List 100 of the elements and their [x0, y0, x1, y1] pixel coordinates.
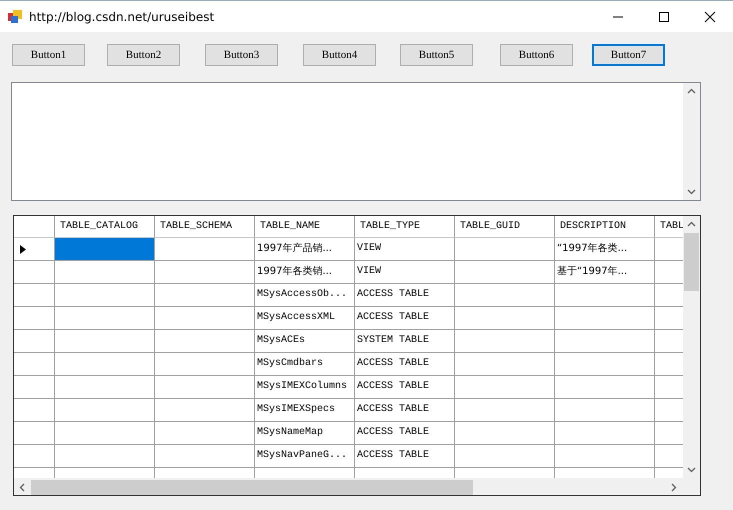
table-cell[interactable]: ACCESS TABLE	[355, 376, 455, 399]
table-cell[interactable]	[55, 376, 155, 399]
table-cell[interactable]	[455, 284, 555, 307]
table-cell[interactable]: MSysNavPaneG...	[255, 445, 355, 468]
data-grid[interactable]	[13, 215, 701, 496]
table-cell[interactable]	[455, 399, 555, 422]
table-cell[interactable]	[555, 399, 655, 422]
scroll-up-icon[interactable]	[687, 87, 696, 96]
column-header[interactable]: DESCRIPTION	[555, 216, 655, 238]
table-cell[interactable]	[655, 376, 683, 399]
table-cell[interactable]	[555, 284, 655, 307]
table-cell[interactable]	[455, 261, 555, 284]
table-cell[interactable]	[655, 238, 683, 261]
table-cell[interactable]: 1997年产品销...	[255, 238, 355, 261]
scroll-down-icon[interactable]	[687, 465, 696, 474]
table-cell[interactable]: MSysAccessOb...	[255, 284, 355, 307]
column-header[interactable]: TABL	[655, 216, 683, 238]
table-cell[interactable]	[655, 445, 683, 468]
table-cell[interactable]: VIEW	[355, 238, 455, 261]
push-button[interactable]: Button2	[107, 44, 180, 66]
table-cell[interactable]: MSysNameMap	[255, 422, 355, 445]
push-button[interactable]: Button7	[592, 44, 665, 66]
table-cell[interactable]	[155, 307, 255, 330]
push-button[interactable]: Button3	[205, 44, 278, 66]
table-cell[interactable]	[155, 238, 255, 261]
table-cell[interactable]	[555, 307, 655, 330]
column-header[interactable]: TABLE_CATALOG	[55, 216, 155, 238]
scroll-right-icon[interactable]	[669, 482, 678, 492]
push-button[interactable]: Button4	[303, 44, 376, 66]
row-header[interactable]	[14, 238, 55, 261]
table-cell[interactable]	[155, 284, 255, 307]
maximize-icon[interactable]	[658, 10, 670, 22]
table-cell[interactable]: MSysIMEXColumns	[255, 376, 355, 399]
scroll-left-icon[interactable]	[18, 482, 27, 492]
table-cell[interactable]	[155, 422, 255, 445]
app-icon	[8, 10, 22, 24]
table-cell[interactable]	[655, 330, 683, 353]
scroll-up-icon[interactable]	[687, 220, 696, 229]
table-cell[interactable]	[455, 376, 555, 399]
table-cell[interactable]: 基于“1997年...	[555, 261, 655, 284]
table-cell[interactable]: MSysCmdbars	[255, 353, 355, 376]
table-cell[interactable]	[455, 238, 555, 261]
table-cell[interactable]	[555, 445, 655, 468]
table-cell[interactable]	[555, 353, 655, 376]
push-button[interactable]: Button1	[12, 44, 85, 66]
vertical-scrollbar[interactable]	[683, 83, 700, 200]
table-cell[interactable]	[555, 330, 655, 353]
table-cell[interactable]	[455, 445, 555, 468]
table-cell[interactable]: ACCESS TABLE	[355, 353, 455, 376]
table-cell[interactable]	[655, 422, 683, 445]
table-cell[interactable]: ACCESS TABLE	[355, 399, 455, 422]
table-cell[interactable]	[55, 307, 155, 330]
table-cell[interactable]	[55, 330, 155, 353]
table-cell[interactable]: SYSTEM TABLE	[355, 330, 455, 353]
table-cell[interactable]: ACCESS TABLE	[355, 284, 455, 307]
table-cell[interactable]	[55, 238, 155, 261]
table-cell[interactable]: MSysACEs	[255, 330, 355, 353]
table-cell[interactable]: ACCESS TABLE	[355, 307, 455, 330]
table-cell[interactable]	[655, 399, 683, 422]
table-cell[interactable]	[55, 445, 155, 468]
table-cell[interactable]: MSysIMEXSpecs	[255, 399, 355, 422]
table-cell[interactable]: ACCESS TABLE	[355, 422, 455, 445]
table-cell[interactable]	[155, 353, 255, 376]
table-cell[interactable]	[655, 307, 683, 330]
scroll-thumb[interactable]	[684, 233, 699, 291]
table-cell[interactable]	[155, 399, 255, 422]
column-header[interactable]: TABLE_NAME	[255, 216, 355, 238]
push-button[interactable]: Button6	[500, 44, 573, 66]
table-cell[interactable]	[555, 422, 655, 445]
table-cell[interactable]	[455, 353, 555, 376]
table-cell[interactable]: ACCESS TABLE	[355, 445, 455, 468]
table-cell[interactable]: MSysAccessXML	[255, 307, 355, 330]
table-cell[interactable]	[55, 261, 155, 284]
table-cell[interactable]	[455, 307, 555, 330]
column-header[interactable]: TABLE_SCHEMA	[155, 216, 255, 238]
table-cell[interactable]	[155, 330, 255, 353]
table-cell[interactable]	[55, 399, 155, 422]
table-cell[interactable]	[455, 330, 555, 353]
table-cell[interactable]	[55, 353, 155, 376]
table-cell[interactable]	[655, 353, 683, 376]
table-cell[interactable]	[155, 261, 255, 284]
table-cell[interactable]	[55, 422, 155, 445]
column-header[interactable]: TABLE_TYPE	[355, 216, 455, 238]
table-cell[interactable]	[155, 445, 255, 468]
table-cell[interactable]	[155, 376, 255, 399]
table-cell[interactable]: “1997年各类...	[555, 238, 655, 261]
table-cell[interactable]	[655, 284, 683, 307]
table-cell[interactable]: VIEW	[355, 261, 455, 284]
table-cell[interactable]	[555, 376, 655, 399]
table-cell[interactable]	[455, 422, 555, 445]
current-row-icon	[20, 244, 26, 254]
scroll-down-icon[interactable]	[687, 187, 696, 196]
table-cell[interactable]: 1997年各类销...	[255, 261, 355, 284]
push-button[interactable]: Button5	[400, 44, 473, 66]
scroll-thumb[interactable]	[31, 480, 473, 494]
table-cell[interactable]	[55, 284, 155, 307]
column-header[interactable]: TABLE_GUID	[455, 216, 555, 238]
close-icon[interactable]	[704, 10, 716, 22]
window-title: http://blog.csdn.net/uruseibest	[29, 10, 216, 24]
table-cell[interactable]	[655, 261, 683, 284]
